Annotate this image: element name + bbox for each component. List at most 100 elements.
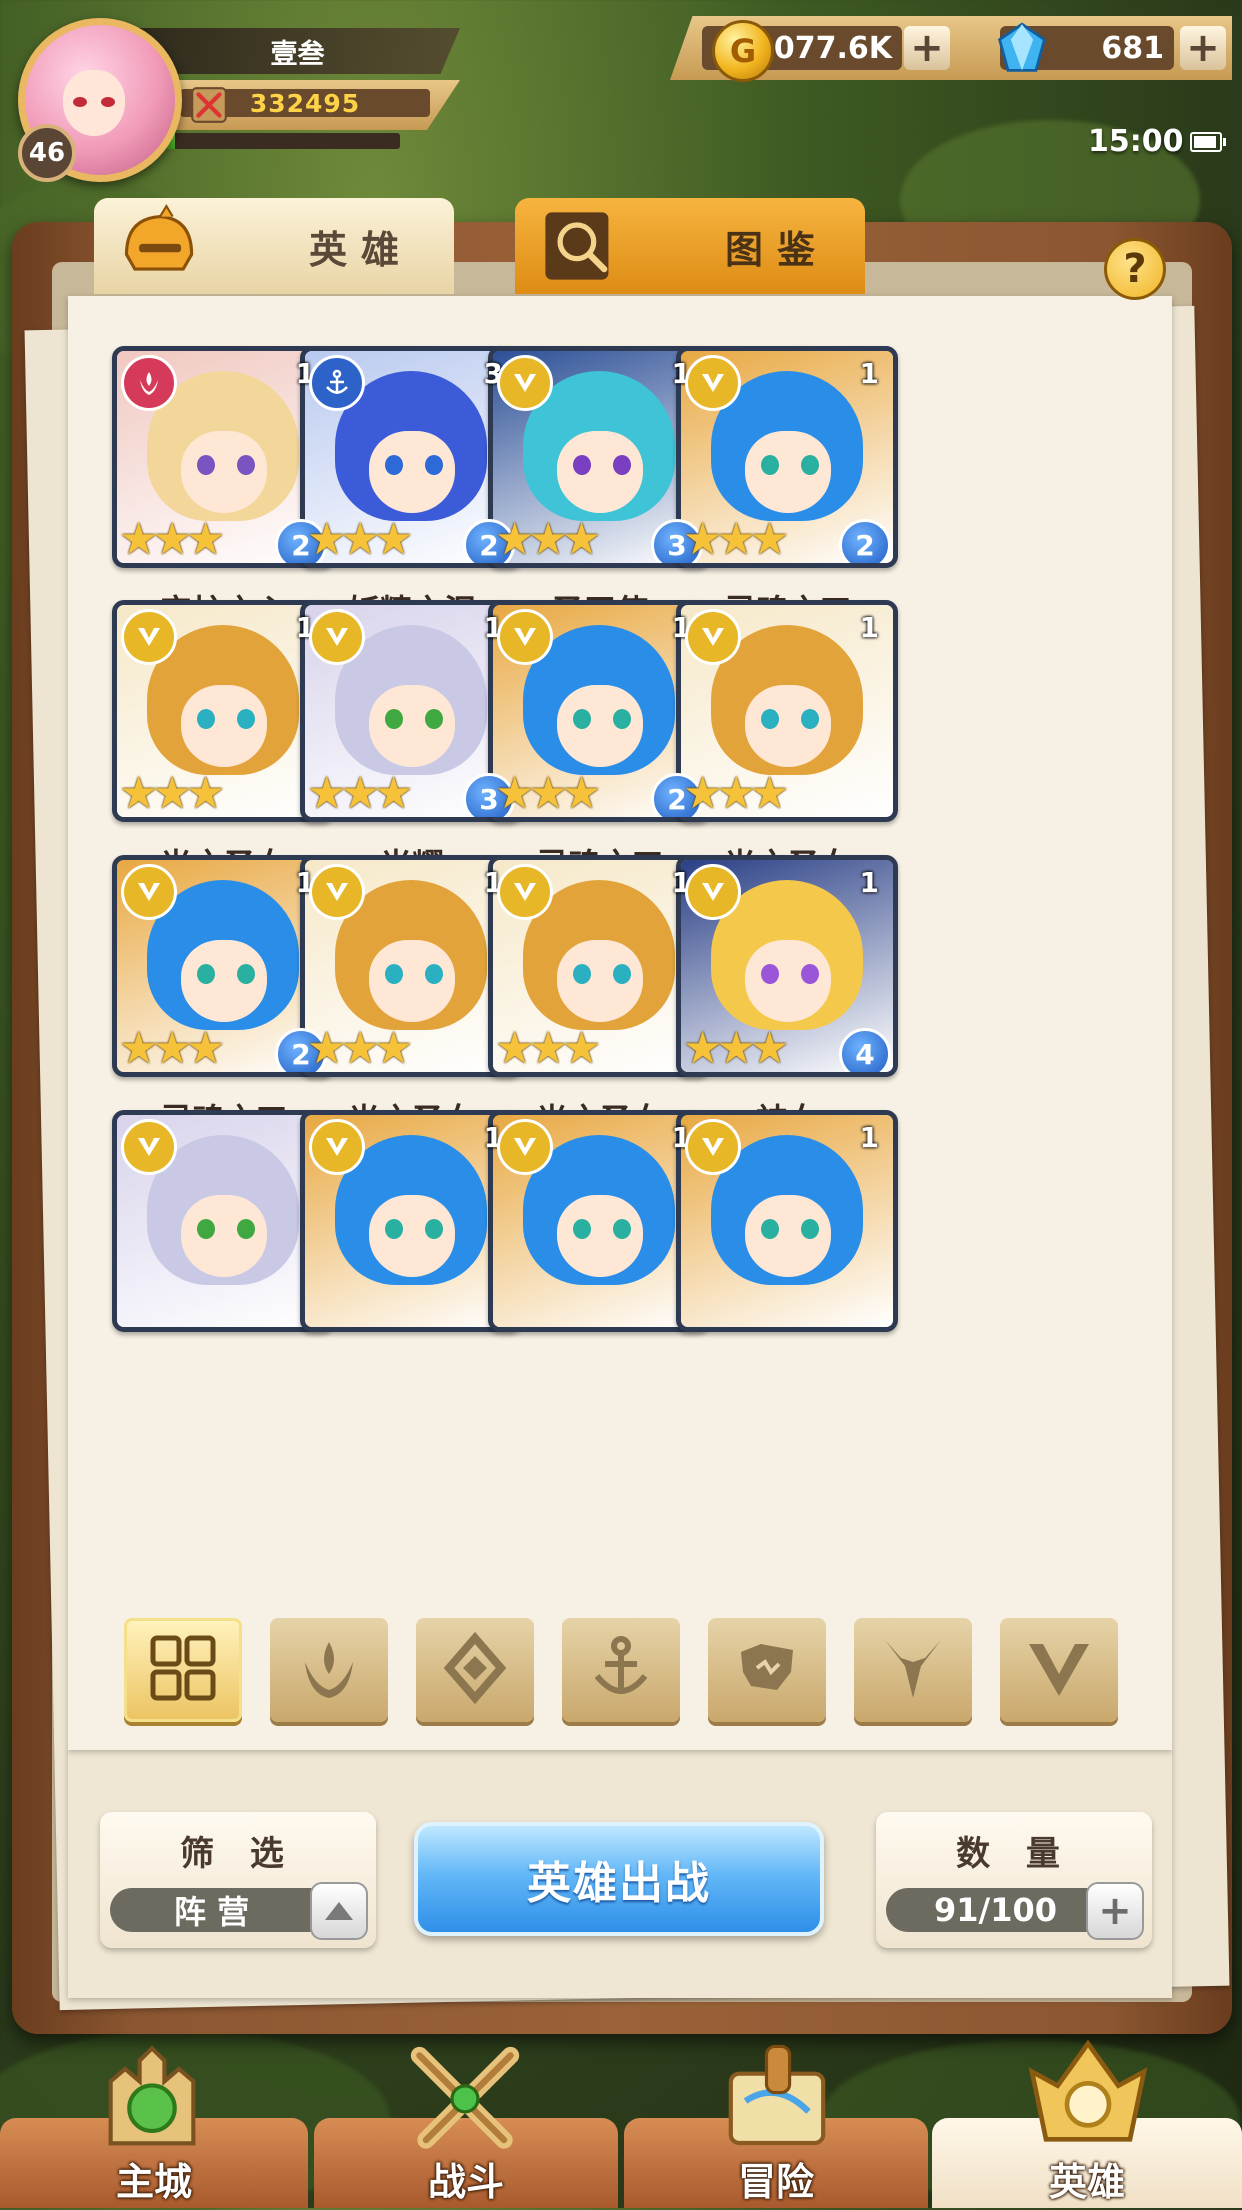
hero-star-rating: ★ ★ ★ xyxy=(307,771,413,817)
hero-eye xyxy=(801,964,819,984)
blue-gem-icon xyxy=(997,22,1047,72)
star-icon: ★ xyxy=(749,514,790,565)
hero-star-rating: ★ ★ ★ xyxy=(495,517,601,563)
filter-button-anchor-faction[interactable] xyxy=(562,1618,680,1722)
expand-capacity-button[interactable]: + xyxy=(1086,1882,1144,1940)
hero-face xyxy=(557,431,643,513)
filter-button-diamond-faction[interactable] xyxy=(416,1618,534,1722)
nav-heroes[interactable]: 英雄 xyxy=(932,2039,1242,2208)
hero-card[interactable]: 1★★★4神女 xyxy=(676,855,900,1139)
battery-fill xyxy=(1194,136,1217,148)
light-faction-icon xyxy=(121,864,177,920)
nav-main-city-label: 主城 xyxy=(115,2160,192,2204)
crossed-swords-icon xyxy=(191,87,227,123)
hero-eye xyxy=(573,1219,591,1239)
nav-adventure-label: 冒险 xyxy=(737,2160,814,2204)
diamond-faction-icon xyxy=(439,1631,511,1708)
faction-filter-bar xyxy=(124,1618,1118,1722)
hero-eye xyxy=(761,964,779,984)
tab-heroes[interactable]: 英雄 xyxy=(94,198,454,294)
hero-eye xyxy=(761,1219,779,1239)
anchor-faction-icon xyxy=(309,355,365,411)
light-faction-icon xyxy=(121,1119,177,1175)
filter-button-beast-faction[interactable] xyxy=(708,1618,826,1722)
battery-icon xyxy=(1190,132,1226,152)
avatar-eye xyxy=(73,97,87,107)
hero-face xyxy=(745,1195,831,1277)
filter-expand-button[interactable] xyxy=(310,1882,368,1940)
hero-rank: 1 xyxy=(859,611,879,644)
star-icon: ★ xyxy=(185,768,226,819)
hero-face xyxy=(181,431,267,513)
filter-button-grid-all[interactable] xyxy=(124,1618,242,1722)
map-scroll-icon xyxy=(728,2044,826,2146)
hero-card[interactable]: 1★★★2灵魂之刃 xyxy=(676,346,900,630)
clock: 15:00 xyxy=(1088,124,1184,159)
filter-title: 筛 选 xyxy=(180,1834,296,1874)
filter-button-demon-faction[interactable] xyxy=(854,1618,972,1722)
hero-star-rating: ★ ★ ★ xyxy=(495,771,601,817)
help-button[interactable]: ? xyxy=(1104,238,1166,300)
nav-battle[interactable]: 战斗 xyxy=(314,2046,618,2208)
tab-heroes-label: 英雄 xyxy=(309,227,414,272)
gem-value: 681 xyxy=(1101,30,1164,66)
hero-star-rating: ★ ★ ★ xyxy=(119,771,225,817)
nav-main-city[interactable]: 主城 xyxy=(0,2045,308,2208)
filter-button-flame-faction[interactable] xyxy=(270,1618,388,1722)
hero-eye xyxy=(237,709,255,729)
hero-grid[interactable]: 1★★★2守护之心3★★★2妖精之泪1★★★3圣天使1★★★2灵魂之刃1★★★光… xyxy=(68,330,1172,1568)
hero-eye xyxy=(613,964,631,984)
hero-star-rating: ★ ★ ★ xyxy=(119,517,225,563)
star-icon: ★ xyxy=(561,768,602,819)
hero-face xyxy=(557,685,643,767)
hero-eye xyxy=(385,455,403,475)
hero-star-rating: ★ ★ ★ xyxy=(683,771,789,817)
anchor-faction-icon xyxy=(585,1632,657,1708)
question-mark-icon: ? xyxy=(1123,246,1147,292)
hero-eye xyxy=(761,709,779,729)
star-icon: ★ xyxy=(561,514,602,565)
filter-value: 阵 营 xyxy=(174,1893,250,1931)
add-gems-button[interactable]: + xyxy=(1180,26,1226,70)
hero-eye xyxy=(573,709,591,729)
hero-rank: 1 xyxy=(859,357,879,390)
nav-heroes-label: 英雄 xyxy=(1048,2160,1125,2204)
hero-eye xyxy=(197,709,215,729)
demon-faction-icon xyxy=(877,1632,949,1708)
hero-rank: 1 xyxy=(859,1121,879,1154)
hero-portrait: 1 xyxy=(676,1110,898,1332)
knight-helmet-icon xyxy=(124,204,194,271)
hero-face xyxy=(181,940,267,1022)
hero-level-badge: 2 xyxy=(839,519,891,563)
light-faction-icon xyxy=(685,864,741,920)
light-faction-icon xyxy=(685,609,741,665)
hero-eye xyxy=(573,455,591,475)
hero-face xyxy=(369,1195,455,1277)
player-name: 壹叁 xyxy=(135,28,460,74)
hero-face xyxy=(745,685,831,767)
hero-level-badge: 4 xyxy=(839,1028,891,1072)
deploy-heroes-button[interactable]: 英雄出战 xyxy=(414,1822,824,1936)
tab-codex[interactable]: 图鉴 xyxy=(515,198,865,294)
hero-portrait: 1 ★ ★ ★ 2 xyxy=(676,346,898,568)
hero-eye xyxy=(573,964,591,984)
hero-card[interactable]: 1 xyxy=(676,1110,900,1338)
hero-eye xyxy=(613,709,631,729)
hero-portrait: 1 ★ ★ ★ 4 xyxy=(676,855,898,1077)
tab-codex-label: 图鉴 xyxy=(725,227,830,272)
star-icon: ★ xyxy=(373,1023,414,1074)
nav-adventure[interactable]: 冒险 xyxy=(624,2044,928,2208)
filter-button-light-faction[interactable] xyxy=(1000,1618,1118,1722)
hero-face xyxy=(745,940,831,1022)
hero-eye xyxy=(385,709,403,729)
hero-eye xyxy=(237,1219,255,1239)
hero-card[interactable]: 1★★★光之圣女 xyxy=(676,600,900,884)
light-faction-icon xyxy=(497,609,553,665)
hero-eye xyxy=(197,1219,215,1239)
add-gold-button[interactable]: + xyxy=(904,26,950,70)
nav-battle-label: 战斗 xyxy=(427,2160,504,2204)
star-icon: ★ xyxy=(373,768,414,819)
hero-count-value: 91/100 xyxy=(934,1891,1058,1929)
star-icon: ★ xyxy=(185,1023,226,1074)
castle-icon xyxy=(108,2045,196,2146)
